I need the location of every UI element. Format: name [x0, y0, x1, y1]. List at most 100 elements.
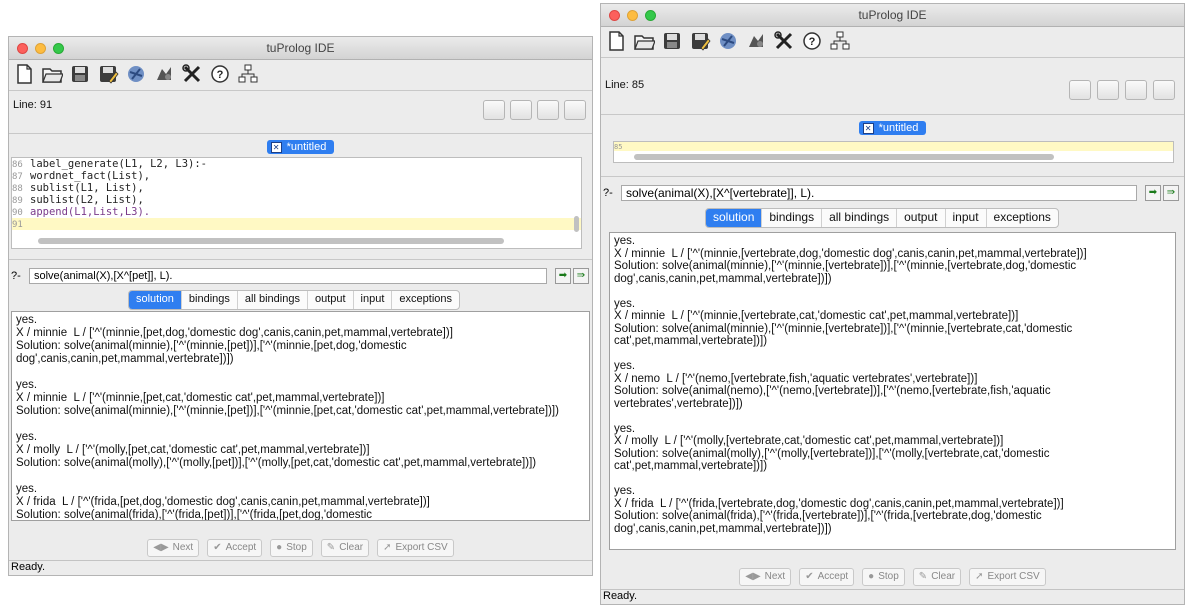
status-bar: Ready.: [9, 560, 592, 575]
title-bar[interactable]: tuProlog IDE: [601, 4, 1184, 27]
tab-solution[interactable]: solution: [706, 209, 762, 227]
tab-all-bindings[interactable]: all bindings: [236, 291, 307, 309]
tab-bindings[interactable]: bindings: [761, 209, 821, 227]
query-row: ?- ➡ ⇛: [601, 185, 1184, 203]
clear-button[interactable]: ✎ Clear: [320, 539, 370, 557]
code-text: sublist(L2, List),: [30, 194, 144, 206]
network-icon[interactable]: [829, 30, 851, 52]
theory-icon[interactable]: [745, 30, 767, 52]
new-file-icon[interactable]: [13, 63, 35, 85]
tab-input[interactable]: input: [944, 209, 986, 227]
save-icon[interactable]: [69, 63, 91, 85]
redo-button[interactable]: [1153, 80, 1175, 100]
solve-all-button[interactable]: ⇛: [573, 268, 589, 284]
redo-button[interactable]: [564, 100, 586, 120]
line-indicator: Line: 85: [605, 79, 645, 91]
tools-icon[interactable]: [773, 30, 795, 52]
result-buttons: ◀▶ Next ✔ Accept ● Stop ✎ Clear ➚ Export CSV: [9, 539, 592, 559]
stop-button[interactable]: ● Stop: [270, 539, 313, 557]
tab-all-bindings[interactable]: all bindings: [821, 209, 896, 227]
open-folder-icon[interactable]: [41, 63, 64, 85]
tab-output[interactable]: output: [896, 209, 944, 227]
solve-button[interactable]: ➡: [1145, 185, 1161, 201]
toolbar-divider: [9, 90, 592, 91]
close-tab-icon[interactable]: ✕: [270, 142, 282, 153]
query-input[interactable]: [621, 185, 1137, 201]
save-as-icon[interactable]: [689, 30, 711, 52]
file-tab-untitled[interactable]: ✕ *untitled: [858, 121, 927, 135]
stop-button[interactable]: ● Stop: [862, 568, 905, 586]
step-back-button[interactable]: [483, 100, 505, 120]
help-icon[interactable]: ?: [209, 63, 231, 85]
splitter[interactable]: [601, 176, 1184, 177]
open-folder-icon[interactable]: [633, 30, 656, 52]
tab-exceptions[interactable]: exceptions: [391, 291, 459, 309]
solution-output[interactable]: yes. X / minnie L / ['^'(minnie,[vertebr…: [609, 232, 1176, 550]
close-tab-icon[interactable]: ✕: [862, 123, 874, 134]
tab-output[interactable]: output: [306, 291, 353, 309]
result-buttons: ◀▶ Next ✔ Accept ● Stop ✎ Clear ➚ Export CSV: [601, 568, 1184, 588]
tab-bindings[interactable]: bindings: [180, 291, 237, 309]
code-line-current: 85: [614, 142, 1173, 151]
output-line: Solution: solve(animal(minnie),['^'(minn…: [16, 405, 559, 417]
code-text: label_generate(L1, L2, L3):-: [30, 158, 208, 170]
query-input[interactable]: [29, 268, 547, 284]
horizontal-scrollbar[interactable]: [38, 238, 504, 244]
accept-button[interactable]: ✔ Accept: [799, 568, 855, 586]
main-toolbar: ?: [601, 27, 1184, 57]
new-file-icon[interactable]: [605, 30, 627, 52]
library-icon[interactable]: [125, 63, 147, 85]
vertical-scrollbar[interactable]: [574, 216, 579, 232]
theory-icon[interactable]: [153, 63, 175, 85]
solve-button[interactable]: ➡: [555, 268, 571, 284]
library-icon[interactable]: [717, 30, 739, 52]
undo-button[interactable]: [537, 100, 559, 120]
horizontal-scrollbar[interactable]: [634, 154, 1054, 160]
line-number: 85: [614, 143, 623, 151]
network-icon[interactable]: [237, 63, 259, 85]
toolbar-divider: [601, 57, 1184, 58]
export-label: Export CSV: [987, 571, 1040, 582]
export-csv-button[interactable]: ➚ Export CSV: [969, 568, 1046, 586]
code-line: 86 label_generate(L1, L2, L3):-: [12, 158, 581, 170]
output-line: X / molly L / ['^'(molly,[vertebrate,cat…: [614, 435, 1004, 447]
export-csv-button[interactable]: ➚ Export CSV: [377, 539, 454, 557]
title-bar[interactable]: tuProlog IDE: [9, 37, 592, 60]
step-forward-button[interactable]: [510, 100, 532, 120]
next-button[interactable]: ◀▶ Next: [147, 539, 200, 557]
step-forward-button[interactable]: [1097, 80, 1119, 100]
output-line: X / minnie L / ['^'(minnie,[vertebrate,c…: [614, 310, 1019, 322]
next-button[interactable]: ◀▶ Next: [739, 568, 792, 586]
clear-button[interactable]: ✎ Clear: [912, 568, 962, 586]
output-line: X / nemo L / ['^'(nemo,[vertebrate,fish,…: [614, 372, 978, 385]
code-line: 90 append(L1,List,L3).: [12, 206, 581, 218]
undo-button[interactable]: [1125, 80, 1147, 100]
save-icon[interactable]: [661, 30, 683, 52]
step-back-button[interactable]: [1069, 80, 1091, 100]
window-title: tuProlog IDE: [266, 41, 335, 55]
output-line: Solution: solve(animal(frida),['^'(frida…: [16, 509, 373, 521]
splitter[interactable]: [9, 259, 592, 260]
accept-button[interactable]: ✔ Accept: [207, 539, 263, 557]
tab-solution[interactable]: solution: [129, 291, 181, 309]
save-as-icon[interactable]: [97, 63, 119, 85]
query-prompt: ?-: [603, 187, 613, 199]
code-editor[interactable]: 85: [613, 141, 1174, 163]
code-text: append(L1,List,L3).: [30, 206, 151, 218]
export-icon: ➚: [383, 542, 392, 553]
output-line: yes.: [16, 379, 38, 391]
file-tab-untitled[interactable]: ✕ *untitled: [266, 140, 335, 154]
help-icon[interactable]: ?: [801, 30, 823, 52]
solution-output[interactable]: yes. X / minnie L / ['^'(minnie,[pet,dog…: [11, 311, 590, 521]
next-label: Next: [764, 571, 786, 582]
output-line: yes.: [614, 297, 636, 310]
tab-input[interactable]: input: [352, 291, 392, 309]
output-line: yes.: [614, 360, 636, 372]
tab-exceptions[interactable]: exceptions: [985, 209, 1058, 227]
code-editor[interactable]: 86 label_generate(L1, L2, L3):- 87 wordnet…: [11, 157, 582, 249]
solve-all-button[interactable]: ⇛: [1163, 185, 1179, 201]
tools-icon[interactable]: [181, 63, 203, 85]
